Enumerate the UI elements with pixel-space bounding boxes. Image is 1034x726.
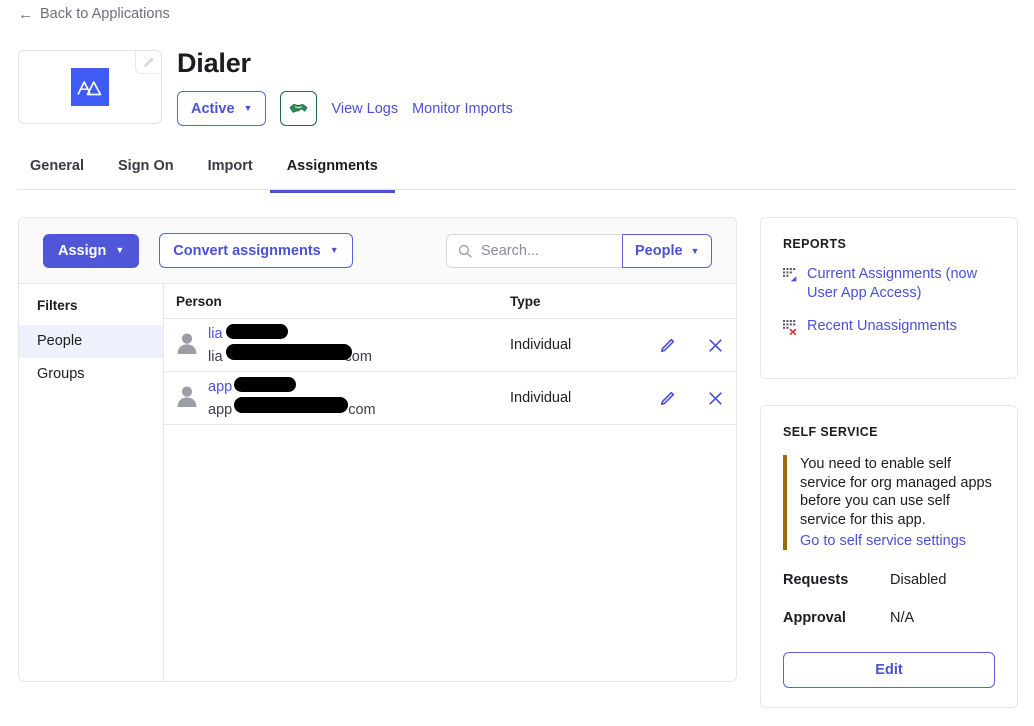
- arrow-left-icon: ←: [18, 5, 33, 23]
- tab-sign-on[interactable]: Sign On: [101, 158, 191, 193]
- chevron-down-icon: ▼: [690, 245, 700, 256]
- tab-assignments[interactable]: Assignments: [269, 158, 395, 193]
- reports-heading: REPORTS: [783, 237, 847, 251]
- assignment-type: Individual: [510, 337, 572, 353]
- redaction-bar-email: [234, 396, 348, 413]
- search-scope-dropdown[interactable]: People ▼: [622, 234, 713, 268]
- back-to-applications-link[interactable]: ← Back to Applications: [18, 6, 170, 22]
- assignments-body: Filters People Groups Person Type lia li…: [19, 284, 736, 681]
- redaction-bar-name: [226, 323, 288, 339]
- report-link-label: Current Assignments (now User App Access…: [807, 266, 978, 302]
- approval-label: Approval: [783, 610, 846, 627]
- assignments-table: Person Type lia lia com Individual app a…: [164, 284, 736, 681]
- app-status-dropdown[interactable]: Active ▼: [177, 91, 267, 126]
- person-cell: lia lia com: [164, 322, 510, 368]
- report-link-recent-unassignments[interactable]: Recent Unassignments: [761, 303, 1017, 336]
- person-name-link[interactable]: app: [208, 379, 232, 395]
- person-name-link[interactable]: lia: [208, 326, 223, 342]
- approval-row: Approval N/A: [761, 610, 1017, 626]
- edit-button[interactable]: Edit: [783, 652, 995, 689]
- tab-general[interactable]: General: [18, 158, 101, 193]
- back-link-label: Back to Applications: [40, 6, 170, 22]
- view-logs-link[interactable]: View Logs: [331, 101, 398, 117]
- convert-assignments-button[interactable]: Convert assignments ▼: [159, 233, 353, 268]
- report-grid-arrow-icon: [783, 268, 797, 282]
- edit-assignment-button[interactable]: [658, 336, 676, 354]
- tab-import[interactable]: Import: [191, 158, 270, 193]
- app-logo-icon: [71, 68, 109, 106]
- filter-item-people[interactable]: People: [19, 325, 163, 358]
- row-actions: [642, 389, 736, 407]
- provisioning-status-button[interactable]: [280, 91, 318, 126]
- pencil-icon: [144, 57, 154, 67]
- handshake-icon: [289, 103, 308, 113]
- close-icon: [708, 391, 722, 405]
- user-avatar-icon: [176, 331, 198, 360]
- column-header-type: Type: [510, 293, 541, 309]
- requests-row: Requests Disabled: [761, 572, 1017, 588]
- convert-assignments-label: Convert assignments: [173, 242, 321, 259]
- person-cell: app app com: [164, 375, 510, 421]
- remove-assignment-button[interactable]: [706, 336, 724, 354]
- filters-heading: Filters: [37, 298, 78, 313]
- chevron-down-icon: ▼: [329, 245, 339, 255]
- search-icon: [458, 244, 472, 258]
- search-input[interactable]: Search...: [481, 243, 539, 259]
- requests-label: Requests: [783, 572, 849, 589]
- report-link-label: Recent Unassignments: [807, 318, 957, 335]
- close-icon: [708, 338, 722, 352]
- search-scope-label: People: [635, 243, 683, 259]
- filters-sidebar: Filters People Groups: [19, 284, 164, 681]
- redaction-bar-email: [226, 343, 352, 360]
- app-tabs: General Sign On Import Assignments: [18, 158, 1016, 193]
- app-header-actions: Active ▼ View Logs Monitor Imports: [177, 91, 513, 126]
- assignments-card: Assign ▼ Convert assignments ▼ Search...…: [18, 217, 737, 682]
- row-actions: [642, 336, 736, 354]
- assign-button[interactable]: Assign ▼: [43, 233, 140, 268]
- chevron-down-icon: ▼: [115, 245, 125, 255]
- logo-edit-badge[interactable]: [135, 51, 161, 74]
- self-service-heading: SELF SERVICE: [783, 425, 878, 439]
- person-identity: app app com: [208, 375, 376, 421]
- search-group: Search... People ▼: [446, 234, 713, 268]
- filter-item-groups[interactable]: Groups: [19, 358, 163, 391]
- table-row[interactable]: app app com Individual: [164, 372, 736, 425]
- remove-assignment-button[interactable]: [706, 389, 724, 407]
- chevron-down-icon: ▼: [243, 103, 253, 113]
- approval-value: N/A: [890, 610, 915, 627]
- requests-value: Disabled: [890, 572, 947, 589]
- pencil-icon: [660, 391, 674, 405]
- edit-assignment-button[interactable]: [658, 389, 676, 407]
- search-field[interactable]: Search...: [446, 234, 622, 268]
- app-status-label: Active: [191, 100, 235, 117]
- redaction-bar-name: [234, 376, 296, 392]
- monitor-imports-link[interactable]: Monitor Imports: [412, 101, 513, 117]
- table-header-row: Person Type: [164, 284, 736, 319]
- assignment-type: Individual: [510, 390, 572, 406]
- user-avatar-icon: [176, 384, 198, 413]
- assign-button-label: Assign: [58, 242, 107, 259]
- assignments-toolbar: Assign ▼ Convert assignments ▼ Search...…: [19, 218, 736, 284]
- column-header-person: Person: [176, 293, 222, 309]
- report-grid-x-icon: [783, 320, 797, 336]
- page-title: Dialer: [177, 48, 251, 78]
- self-service-panel: SELF SERVICE You need to enable self ser…: [760, 405, 1018, 708]
- reports-panel: REPORTS Current Assignments (now User Ap…: [760, 217, 1018, 379]
- self-service-note-text: You need to enable self service for org …: [800, 456, 992, 528]
- report-link-current-assignments[interactable]: Current Assignments (now User App Access…: [761, 251, 1017, 303]
- self-service-settings-link[interactable]: Go to self service settings: [800, 533, 966, 549]
- pencil-icon: [660, 338, 674, 352]
- table-row[interactable]: lia lia com Individual: [164, 319, 736, 372]
- person-identity: lia lia com: [208, 322, 372, 368]
- app-logo-box[interactable]: [18, 50, 162, 124]
- self-service-note: You need to enable self service for org …: [783, 455, 995, 551]
